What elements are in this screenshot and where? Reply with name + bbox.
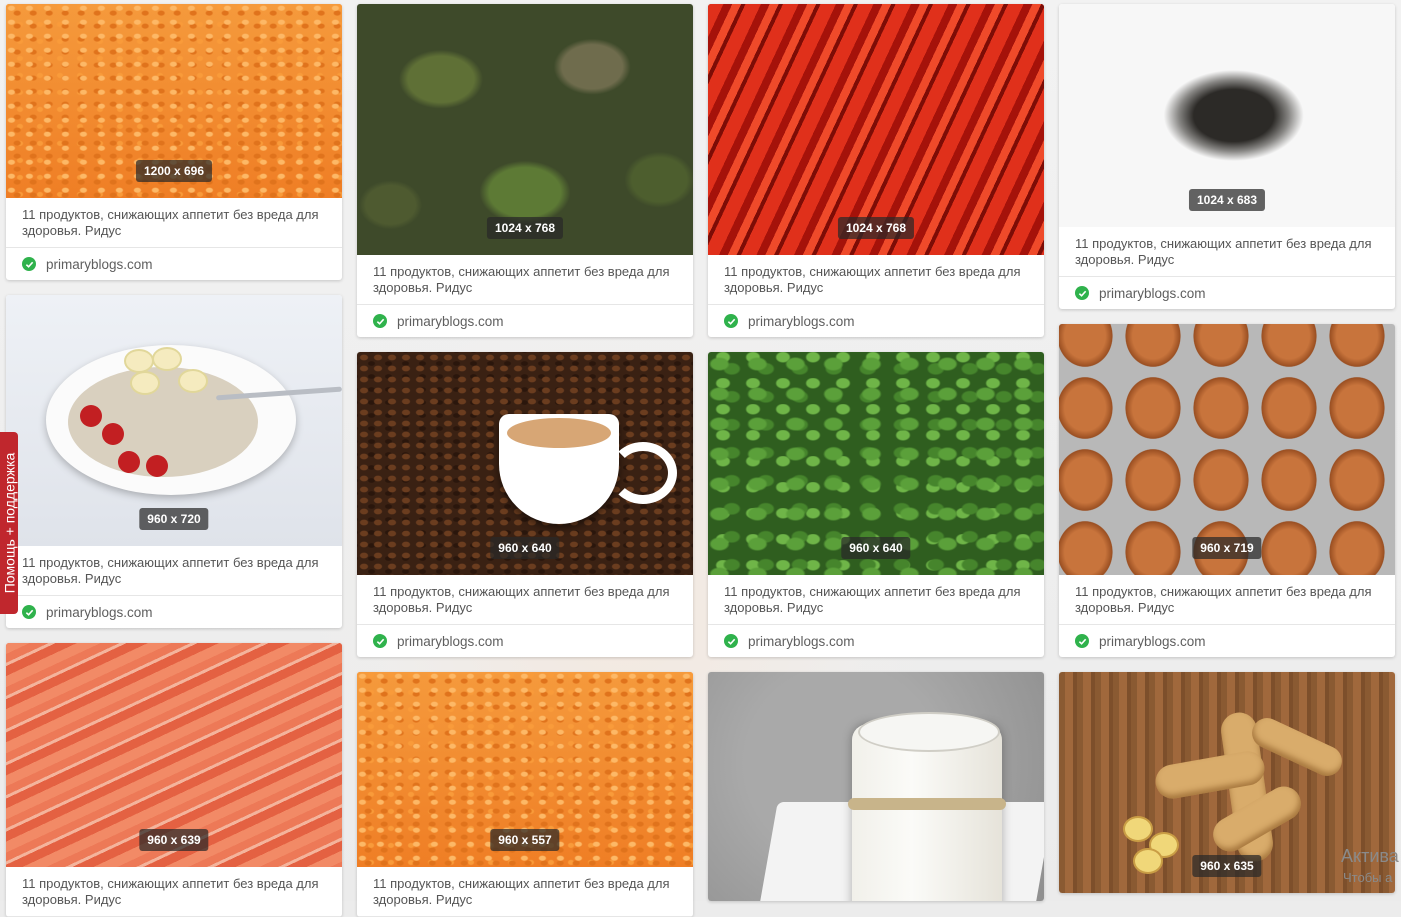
result-image-avocado[interactable]: 1024 x 768 (357, 4, 693, 255)
banana-slice (130, 371, 160, 395)
strawberry (102, 423, 124, 445)
source-domain: primaryblogs.com (1099, 633, 1206, 649)
result-title[interactable]: 11 продуктов, снижающих аппетит без вред… (1059, 227, 1395, 277)
result-card[interactable]: 960 x 639 11 продуктов, снижающих аппети… (6, 643, 342, 917)
check-circle-icon (373, 634, 387, 648)
result-source[interactable]: primaryblogs.com (357, 305, 693, 337)
result-image-oatmeal[interactable]: 960 x 720 (6, 295, 342, 546)
image-dimensions: 960 x 719 (1192, 537, 1262, 559)
banana-slice (124, 349, 154, 373)
image-dimensions: 960 x 639 (139, 829, 209, 851)
result-card[interactable]: 1024 x 768 11 продуктов, снижающих аппет… (708, 4, 1044, 337)
result-source[interactable]: primaryblogs.com (6, 596, 342, 628)
strawberry (80, 405, 102, 427)
result-title[interactable]: 11 продуктов, снижающих аппетит без вред… (6, 546, 342, 596)
result-title[interactable]: 11 продуктов, снижающих аппетит без вред… (1059, 575, 1395, 625)
result-card[interactable]: 960 x 640 11 продуктов, снижающих аппети… (357, 352, 693, 657)
source-domain: primaryblogs.com (397, 633, 504, 649)
check-circle-icon (1075, 286, 1089, 300)
result-card[interactable]: 1024 x 683 11 продуктов, снижающих аппет… (1059, 4, 1395, 309)
result-image-yogurt[interactable] (708, 672, 1044, 901)
result-source[interactable]: primaryblogs.com (1059, 277, 1395, 309)
result-title[interactable]: 11 продуктов, снижающих аппетит без вред… (357, 575, 693, 625)
image-dimensions: 960 x 720 (139, 508, 209, 530)
coffee-surface (507, 418, 611, 448)
check-circle-icon (724, 634, 738, 648)
result-source[interactable]: primaryblogs.com (6, 248, 342, 280)
result-card[interactable] (708, 672, 1044, 901)
result-title[interactable]: 11 продуктов, снижающих аппетит без вред… (708, 575, 1044, 625)
banana-slice (152, 347, 182, 371)
result-source[interactable]: primaryblogs.com (1059, 625, 1395, 657)
image-dimensions: 960 x 640 (490, 537, 560, 559)
activation-watermark-title: Актива (1341, 846, 1399, 866)
image-dimensions: 960 x 640 (841, 537, 911, 559)
activation-watermark-text: Чтобы а (1343, 870, 1393, 885)
image-dimensions: 1024 x 768 (486, 217, 564, 239)
check-circle-icon (22, 257, 36, 271)
result-card[interactable]: 960 x 640 11 продуктов, снижающих аппети… (708, 352, 1044, 657)
image-dimensions: 960 x 557 (490, 829, 560, 851)
result-image-coffee[interactable]: 960 x 640 (357, 352, 693, 575)
result-card[interactable]: 960 x 720 11 продуктов, снижающих аппети… (6, 295, 342, 628)
result-image-chili-peppers[interactable]: 1024 x 768 (708, 4, 1044, 255)
source-domain: primaryblogs.com (748, 313, 855, 329)
support-tab-label: Помощь + поддержка (1, 452, 17, 594)
result-source[interactable]: primaryblogs.com (357, 625, 693, 657)
result-source[interactable]: primaryblogs.com (708, 625, 1044, 657)
result-image-salmon[interactable]: 960 x 639 (6, 643, 342, 867)
result-card[interactable]: 960 x 557 11 продуктов, снижающих аппети… (357, 672, 693, 917)
image-dimensions: 1024 x 683 (1188, 189, 1266, 211)
source-domain: primaryblogs.com (748, 633, 855, 649)
image-dimensions: 960 x 635 (1192, 855, 1262, 877)
result-image-spinach[interactable]: 960 x 640 (708, 352, 1044, 575)
result-card[interactable]: 1200 x 696 11 продуктов, снижающих аппет… (6, 4, 342, 280)
image-dimensions: 1200 x 696 (135, 160, 213, 182)
result-source[interactable]: primaryblogs.com (708, 305, 1044, 337)
result-card[interactable]: 960 x 719 11 продуктов, снижающих аппети… (1059, 324, 1395, 657)
result-card[interactable]: 1024 x 768 11 продуктов, снижающих аппет… (357, 4, 693, 337)
result-title[interactable]: 11 продуктов, снижающих аппетит без вред… (6, 867, 342, 917)
result-title[interactable]: 11 продуктов, снижающих аппетит без вред… (357, 867, 693, 917)
source-domain: primaryblogs.com (46, 604, 153, 620)
result-image-eggs[interactable]: 960 x 719 (1059, 324, 1395, 575)
strawberry (146, 455, 168, 477)
twine (848, 798, 1006, 810)
strawberry (118, 451, 140, 473)
result-image-lentils[interactable]: 960 x 557 (357, 672, 693, 867)
ginger-slice (1123, 816, 1153, 842)
check-circle-icon (1075, 634, 1089, 648)
check-circle-icon (22, 605, 36, 619)
result-image-chia-seeds[interactable]: 1024 x 683 (1059, 4, 1395, 227)
image-dimensions: 1024 x 768 (837, 217, 915, 239)
result-title[interactable]: 11 продуктов, снижающих аппетит без вред… (357, 255, 693, 305)
ginger-slice (1133, 848, 1163, 874)
source-domain: primaryblogs.com (397, 313, 504, 329)
result-image-lentils[interactable]: 1200 x 696 (6, 4, 342, 198)
banana-slice (178, 369, 208, 393)
source-domain: primaryblogs.com (1099, 285, 1206, 301)
cup-handle (609, 442, 677, 504)
support-tab[interactable]: Помощь + поддержка (0, 432, 18, 614)
source-domain: primaryblogs.com (46, 256, 153, 272)
check-circle-icon (724, 314, 738, 328)
jar-lid (858, 712, 1000, 752)
result-title[interactable]: 11 продуктов, снижающих аппетит без вред… (708, 255, 1044, 305)
check-circle-icon (373, 314, 387, 328)
result-title[interactable]: 11 продуктов, снижающих аппетит без вред… (6, 198, 342, 248)
